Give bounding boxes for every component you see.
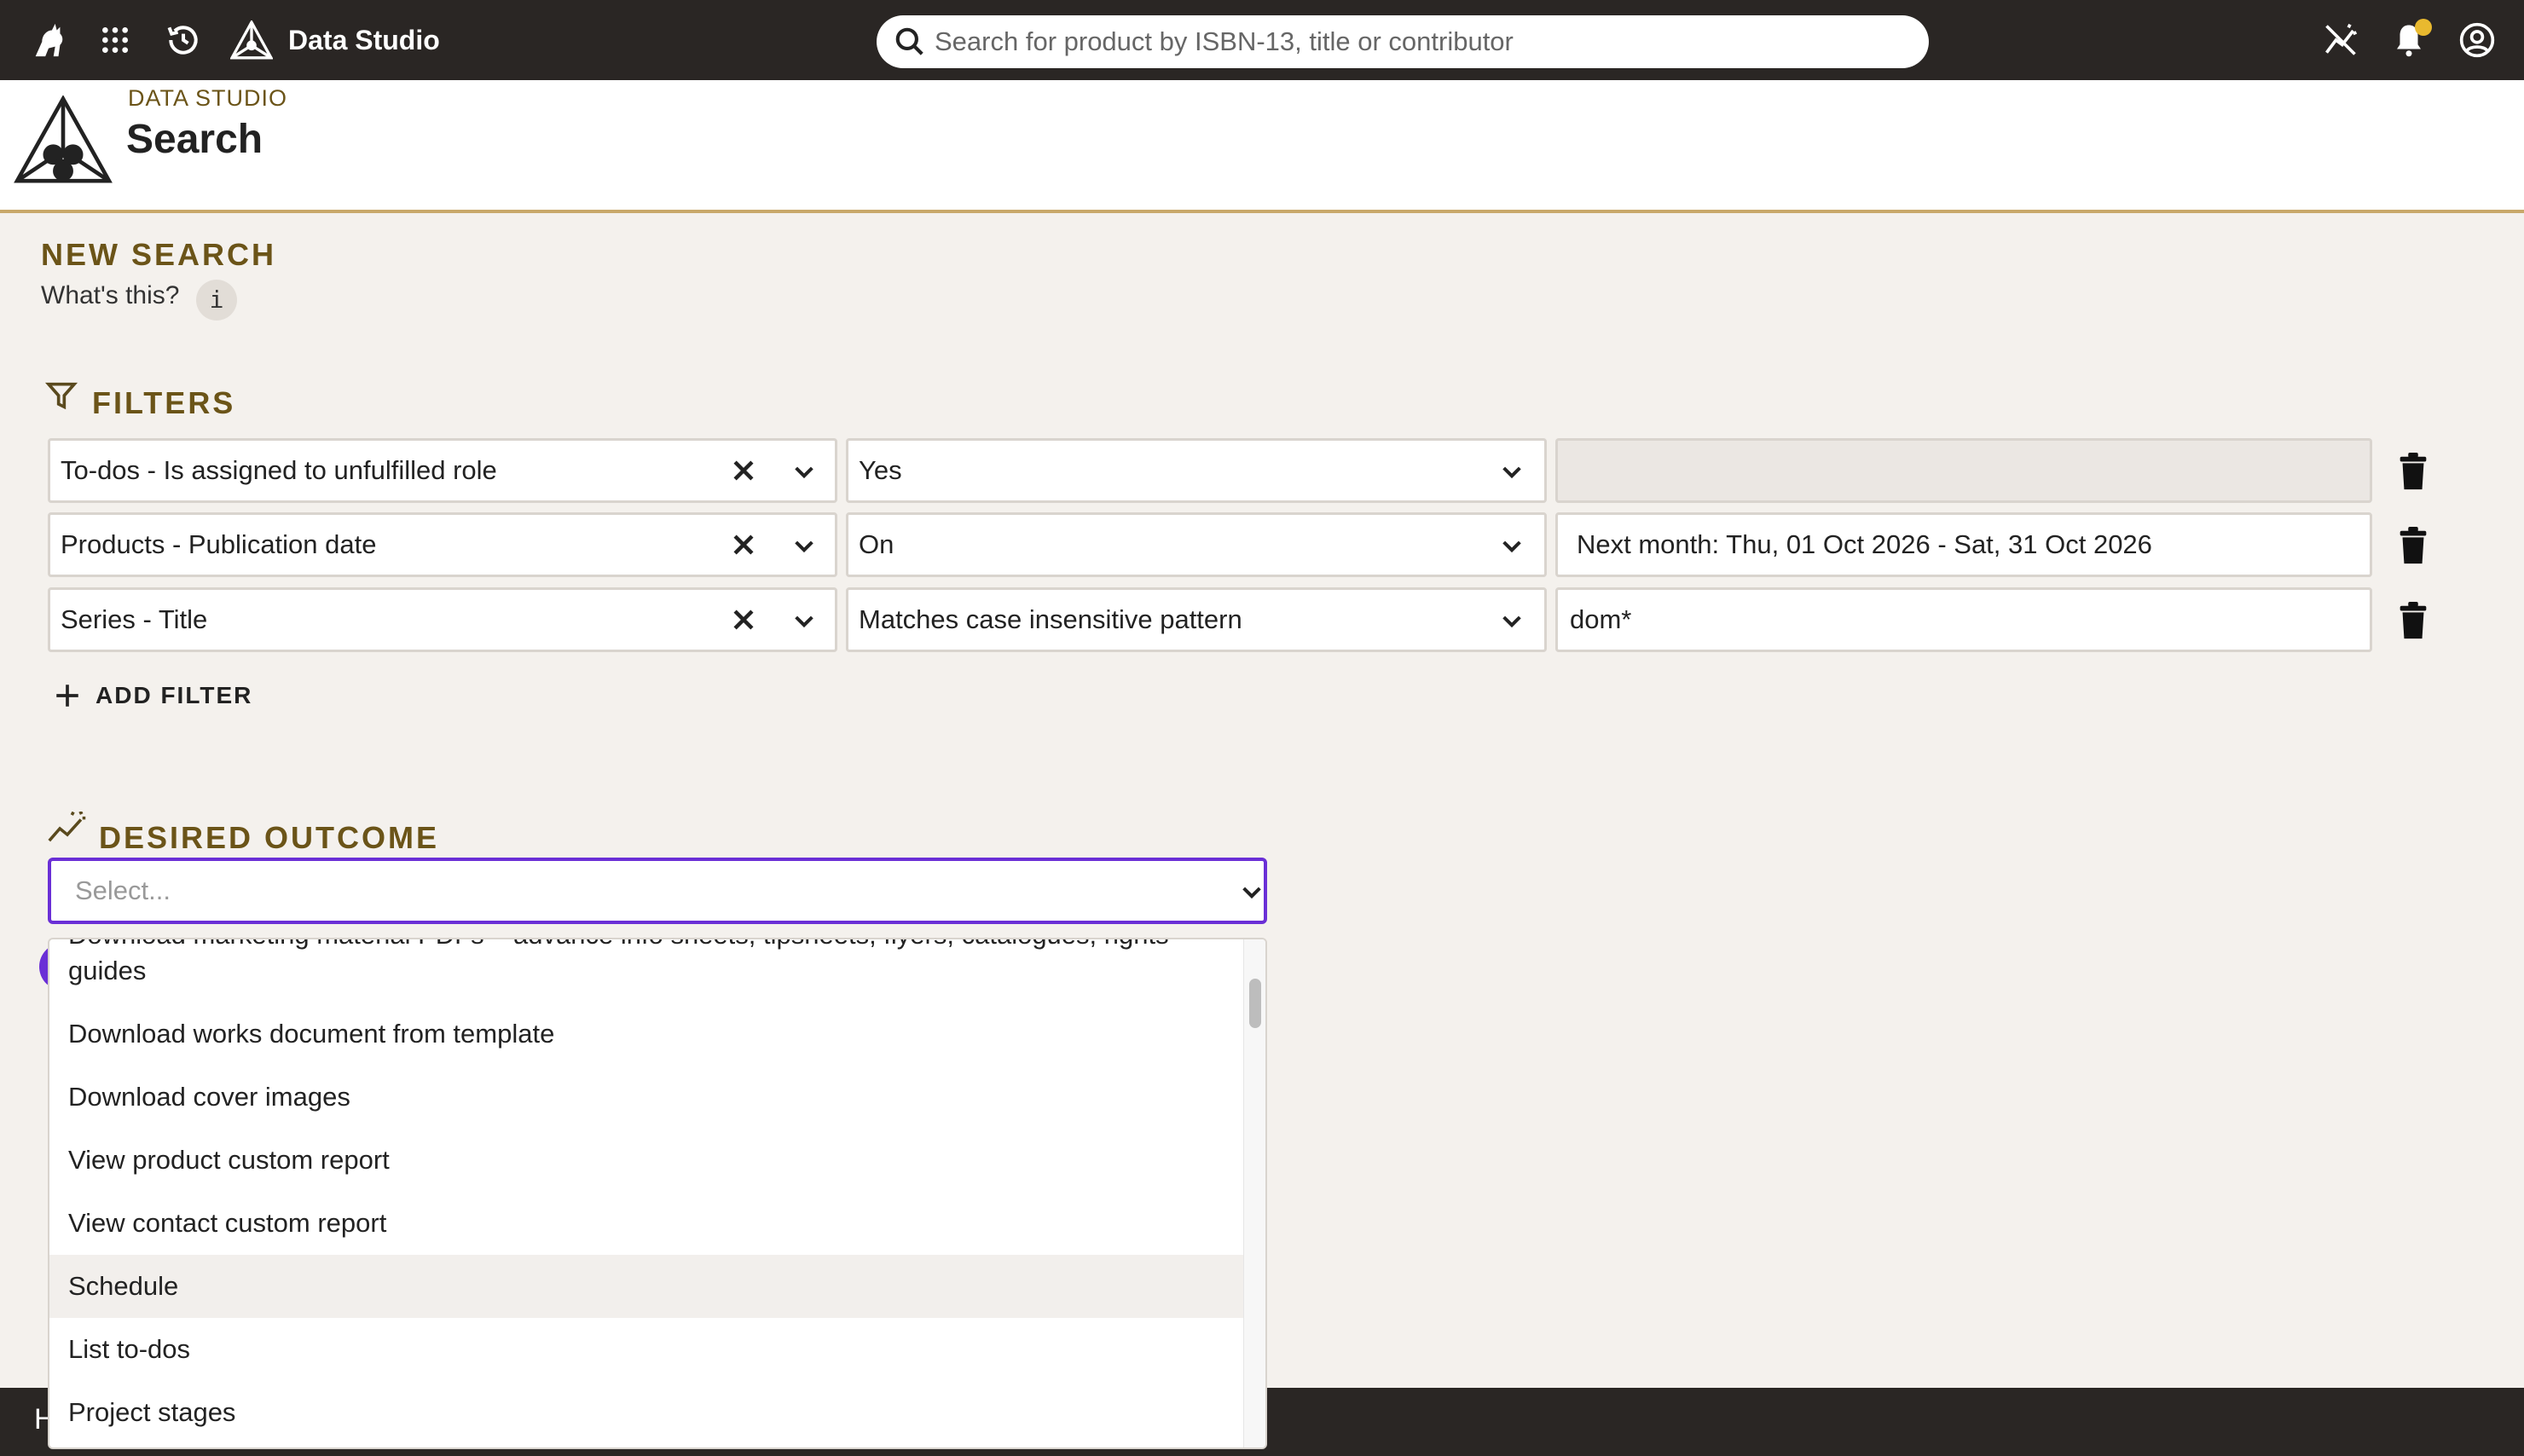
new-search-heading: NEW SEARCH	[41, 237, 277, 272]
list-item[interactable]: View contact custom report	[49, 1192, 1243, 1255]
filter-operator-value: Matches case insensitive pattern	[859, 604, 1242, 634]
filter-field-value: To-dos - Is assigned to unfulfilled role	[61, 455, 497, 485]
trash-icon[interactable]	[2396, 601, 2430, 640]
info-icon[interactable]: i	[196, 280, 237, 321]
data-studio-logo-icon	[14, 95, 113, 183]
desired-outcome-input[interactable]	[75, 861, 1184, 921]
chevron-down-icon[interactable]	[1498, 458, 1525, 485]
page-title: Search	[126, 117, 263, 162]
list-item[interactable]: View product custom report	[49, 1129, 1243, 1192]
filter-value-text: Next month: Thu, 01 Oct 2026 - Sat, 31 O…	[1577, 529, 2152, 559]
chevron-down-icon[interactable]	[1498, 532, 1525, 559]
filter-value-text: dom*	[1570, 604, 1632, 634]
list-item[interactable]: Download works document from template	[49, 1002, 1243, 1066]
cat-logo-icon[interactable]	[27, 19, 70, 61]
whats-this-link[interactable]: What's this?	[41, 281, 179, 310]
scrollbar-thumb[interactable]	[1249, 979, 1261, 1028]
clear-icon[interactable]	[729, 605, 758, 634]
trend-icon	[48, 812, 86, 842]
add-filter-label: ADD FILTER	[96, 682, 253, 708]
top-bar: Data Studio	[0, 0, 2524, 80]
filter-icon	[44, 382, 78, 410]
filters-heading: FILTERS	[92, 385, 236, 420]
app-name[interactable]: Data Studio	[288, 22, 440, 58]
global-search[interactable]	[877, 15, 1929, 68]
search-input[interactable]	[935, 15, 1907, 68]
list-item-highlighted[interactable]: Schedule	[49, 1255, 1243, 1318]
filter-field-select[interactable]: To-dos - Is assigned to unfulfilled role	[48, 438, 837, 503]
account-icon[interactable]	[2456, 19, 2498, 61]
page-kicker: DATA STUDIO	[128, 85, 288, 111]
apps-grid-icon[interactable]	[94, 19, 136, 61]
filter-value-input[interactable]: dom*	[1555, 587, 2372, 652]
data-studio-logo-icon	[230, 19, 273, 61]
filter-operator-select[interactable]: Yes	[846, 438, 1547, 503]
chevron-down-icon[interactable]	[1498, 607, 1525, 634]
filter-field-value: Series - Title	[61, 604, 208, 634]
list-item[interactable]: List to-dos	[49, 1318, 1243, 1381]
chevron-down-icon[interactable]	[790, 607, 818, 634]
desired-outcome-heading: DESIRED OUTCOME	[99, 820, 440, 855]
plus-icon	[56, 685, 78, 707]
add-filter-button[interactable]: ADD FILTER	[53, 679, 252, 713]
filter-operator-select[interactable]: Matches case insensitive pattern	[846, 587, 1547, 652]
page-header: DATA STUDIO Search	[0, 80, 2524, 213]
desired-outcome-menu[interactable]: Download marketing material PDFs – advan…	[48, 938, 1267, 1449]
trash-icon[interactable]	[2396, 452, 2430, 491]
clear-icon[interactable]	[729, 456, 758, 485]
filter-operator-select[interactable]: On	[846, 512, 1547, 577]
notification-dot	[2415, 19, 2432, 36]
chevron-down-icon[interactable]	[790, 532, 818, 559]
list-item[interactable]: Project stages	[49, 1381, 1243, 1444]
list-item[interactable]: Download marketing material PDFs – advan…	[49, 939, 1243, 996]
filter-operator-value: On	[859, 529, 894, 559]
filter-field-value: Products - Publication date	[61, 529, 377, 559]
trash-icon[interactable]	[2396, 526, 2430, 565]
menu-scrollbar[interactable]	[1243, 939, 1265, 1447]
clear-icon[interactable]	[729, 530, 758, 559]
filter-field-select[interactable]: Series - Title	[48, 587, 837, 652]
analytics-off-icon[interactable]	[2319, 19, 2362, 61]
search-icon	[895, 27, 923, 55]
filter-value-input	[1555, 438, 2372, 503]
list-item[interactable]: Download cover images	[49, 1066, 1243, 1129]
desired-outcome-select[interactable]	[48, 858, 1267, 924]
filter-value-input[interactable]: Next month: Thu, 01 Oct 2026 - Sat, 31 O…	[1555, 512, 2372, 577]
chevron-down-icon[interactable]	[1238, 878, 1265, 905]
history-icon[interactable]	[162, 19, 205, 61]
filter-field-select[interactable]: Products - Publication date	[48, 512, 837, 577]
filter-operator-value: Yes	[859, 455, 902, 485]
chevron-down-icon[interactable]	[790, 458, 818, 485]
